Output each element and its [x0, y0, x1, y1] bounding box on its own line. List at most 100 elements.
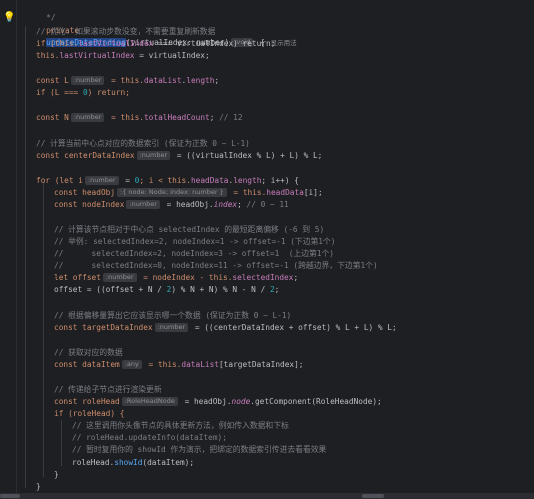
code-text: const roleHead: [54, 397, 120, 406]
comment-line: // 举例: selectedIndex=2, nodeIndex=1 -> o…: [54, 237, 336, 246]
code-line: roleHead.showId(dataItem);: [72, 457, 194, 469]
code-line: const roleHead:RoleHeadNode = headObj.no…: [54, 396, 382, 408]
code-line: for (let i:number = 0; i < this.headData…: [36, 175, 299, 187]
horizontal-scrollbar[interactable]: [0, 493, 534, 499]
code-line: if (roleHead) {: [54, 409, 125, 418]
type-hint: :RoleHeadNode: [121, 397, 178, 406]
type-hint: :number: [154, 323, 189, 332]
code-line: this.lastVirtualIndex = virtualIndex;: [36, 50, 210, 62]
code-text: [i];: [303, 188, 323, 197]
code-text: roleHead.: [72, 458, 115, 467]
lightbulb-icon[interactable]: 💡: [3, 13, 15, 23]
type-hint: :number: [126, 200, 160, 209]
code-line: const L:number = this.dataList.length;: [36, 75, 219, 87]
code-text: ) return;: [87, 88, 130, 97]
code-text: (dataItem);: [142, 458, 195, 467]
comment-line: // selectedIndex=2, nodeIndex=3 -> offse…: [54, 249, 334, 258]
code-text: [targetDataIndex];: [218, 360, 304, 369]
code-text: ;: [214, 76, 220, 85]
code-text: = this.: [143, 360, 182, 369]
closing-brace: }: [36, 482, 41, 491]
code-editor[interactable]: 💡 */ private updateDataBinding(virtualIn…: [0, 0, 534, 499]
indent-guide: [61, 420, 62, 466]
code-text: .getComponent(RoleHeadNode);: [250, 397, 382, 406]
code-text: =: [120, 176, 135, 185]
code-text: for (let i: [36, 176, 83, 185]
code-text: = this.: [106, 76, 144, 85]
code-text: const dataItem: [54, 360, 120, 369]
code-text: = headObj.: [179, 397, 232, 406]
code-text: const L: [36, 76, 69, 85]
code-text: const targetDataIndex: [54, 323, 153, 332]
comment-text: // 0 ~ 11: [246, 200, 289, 209]
comment-line: // 传递给子节点进行渲染更新: [54, 385, 162, 394]
code-text: = this.: [106, 113, 144, 122]
type-hint: :number: [70, 76, 105, 85]
code-line: let offset:number = nodeIndex - this.sel…: [54, 272, 298, 284]
scrollbar-thumb[interactable]: [0, 494, 20, 498]
type-hint: :{ node: Node; index: number }: [117, 188, 227, 197]
property-name: lastVirtualIndex: [59, 51, 135, 60]
property-name: headData: [266, 188, 304, 197]
comment-line: // 这里调用你头像节点的具体更新方法，例如传入数据和下标: [72, 421, 289, 430]
code-line: const targetDataIndex:number = ((centerD…: [54, 322, 397, 334]
comment-text: // 12: [219, 113, 243, 122]
code-text: const N: [36, 113, 69, 122]
code-text: = ((centerDataIndex + offset) % L + L) %…: [190, 323, 397, 332]
code-line: private updateDataBinding(virtualIndex: …: [18, 13, 297, 47]
type-hint: :number: [136, 151, 171, 160]
property-name: dataList: [181, 360, 219, 369]
comment-line: // 计算该节点相对于中心点 selectedIndex 的最短距离偏移 (-6…: [54, 225, 325, 234]
code-text: ;: [293, 273, 299, 282]
indent-guide: [25, 26, 26, 488]
type-hint: :number: [70, 113, 105, 122]
code-line: if (L === 0) return;: [36, 87, 130, 99]
method-name: showId: [114, 458, 143, 467]
type-hint: :number: [84, 176, 119, 185]
comment-line: // 根据偏移量算出它应该显示哪一个数据 (保证为正数 0 ~ L-1): [54, 311, 292, 320]
code-text: = nodeIndex - this.: [138, 273, 233, 282]
property-name: headData: [190, 176, 229, 185]
property-name: index: [213, 200, 238, 209]
code-line: const headObj:{ node: Node; index: numbe…: [54, 187, 323, 199]
indent-guide: [43, 182, 44, 477]
property-name: selectedIndex: [232, 273, 294, 282]
vertical-scrollbar[interactable]: [527, 0, 534, 499]
code-text: this.: [36, 51, 60, 60]
property-name: dataList: [143, 76, 182, 85]
property-name: node: [231, 397, 251, 406]
code-line: const centerDataIndex:number = ((virtual…: [36, 150, 322, 162]
code-text: ;: [209, 113, 220, 122]
code-text: const headObj: [54, 188, 116, 197]
code-text: = headObj.: [161, 200, 214, 209]
code-text: === virtualIndex) return;: [153, 39, 276, 48]
type-hint: :number: [102, 273, 137, 282]
closing-brace: }: [54, 470, 59, 479]
editor-gutter[interactable]: 💡: [0, 0, 17, 499]
comment-line: // 获取对应的数据: [54, 348, 123, 357]
property-name: lastVirtualIndex: [78, 39, 154, 48]
code-line: offset = ((offset + N / 2) % N + N) % N …: [54, 284, 279, 296]
type-hint: :any: [121, 360, 142, 369]
code-text: ) % N + N) % N - N /: [171, 285, 270, 294]
property-name: length: [233, 176, 262, 185]
code-text: = virtualIndex;: [134, 51, 210, 60]
comment-line: // 优化: 如果滚动步数没变，不需要重复刷新数据: [36, 27, 216, 36]
property-name: length: [186, 76, 215, 85]
code-text: = ((virtualIndex % L) + L) % L;: [172, 151, 323, 160]
code-line: */: [18, 0, 55, 22]
code-line: const dataItem:any = this.dataList[targe…: [54, 359, 303, 371]
comment-line: // roleHead.updateInfo(dataItem);: [72, 433, 227, 442]
code-text: ;: [274, 285, 280, 294]
code-text: offset = ((offset + N /: [54, 285, 167, 294]
code-text: ; i < this.: [139, 176, 191, 185]
code-line: const N:number = this.totalHeadCount; //…: [36, 112, 243, 124]
comment-line: // 计算当前中心点对应的数据索引 (保证为正数 0 ~ L-1): [36, 139, 250, 148]
code-text: const nodeIndex: [54, 200, 125, 209]
comment-line: // selectedIndex=0, nodeIndex=11 -> offs…: [54, 261, 378, 270]
code-text: const centerDataIndex: [36, 151, 135, 160]
code-line: if (this.lastVirtualIndex === virtualInd…: [36, 38, 275, 50]
code-text: = this.: [228, 188, 267, 197]
property-name: totalHeadCount: [143, 113, 210, 122]
scrollbar-thumb[interactable]: [362, 494, 384, 498]
